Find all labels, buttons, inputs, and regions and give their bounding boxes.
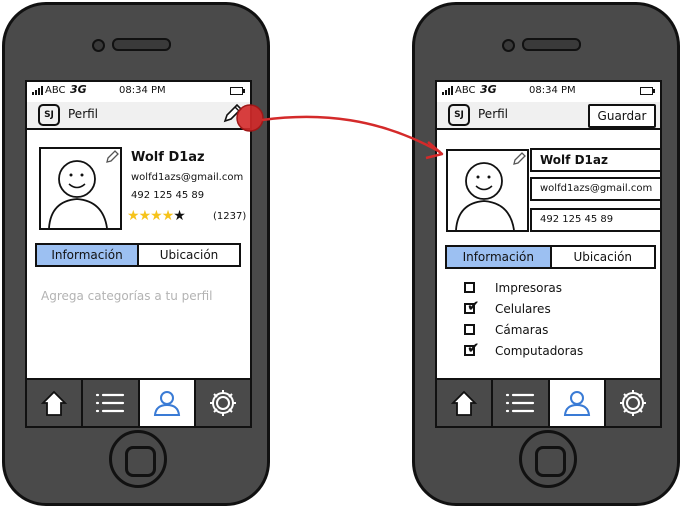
bottom-tab-bar [437,378,660,426]
home-icon [40,390,68,416]
screen: ABC 3G 08:34 PM SJ Perfil Guardar Wolf D… [435,80,662,428]
network: 3G [70,83,87,96]
star-icon: ★ [150,208,163,224]
category-label: Celulares [495,302,551,316]
camera [502,39,515,52]
list-icon [96,393,125,413]
app-logo: SJ [38,104,60,126]
email-field[interactable]: wolfd1azs@gmail.com [530,177,660,201]
clock: 08:34 PM [119,85,166,96]
home-icon [450,390,478,416]
star-icon: ★ [127,208,140,224]
right-phone: ABC 3G 08:34 PM SJ Perfil Guardar Wolf D… [410,0,685,510]
star-icon: ★ [138,208,152,224]
tab-ubicacion[interactable]: Ubicación [552,247,655,267]
home-button[interactable] [519,430,577,488]
user-icon [563,391,590,416]
profile-photo [446,149,529,232]
page-title: Perfil [68,107,99,121]
nav-bar: SJ Perfil [27,102,250,130]
tab-informacion[interactable]: Información [37,245,139,265]
tabbar-home[interactable] [437,380,494,426]
tabbar-profile[interactable] [139,380,196,426]
speaker [522,38,581,51]
save-button[interactable]: Guardar [588,104,656,128]
tabbar-settings[interactable] [606,380,660,426]
status-bar: ABC 3G 08:34 PM [27,82,250,102]
bottom-tab-bar [27,378,250,426]
segmented-tabs: Información Ubicación [35,243,241,267]
battery-icon [640,87,655,95]
carrier: ABC [45,85,66,96]
tabbar-profile[interactable] [549,380,606,426]
tab-informacion[interactable]: Información [447,247,552,267]
camera [92,39,105,52]
tabbar-list[interactable] [493,380,550,426]
star-icon: ★ [173,208,186,224]
checkbox[interactable] [464,339,480,357]
gear-icon [209,390,236,416]
gear-icon [619,390,646,416]
app-logo: SJ [448,104,470,126]
tabbar-list[interactable] [83,380,140,426]
screen: ABC 3G 08:34 PM SJ Perfil Wolf D1az wolf… [25,80,252,428]
tab-ubicacion[interactable]: Ubicación [139,245,239,265]
checkbox[interactable] [464,324,475,335]
battery-icon [230,87,245,95]
checkbox[interactable] [464,297,480,315]
category-label: Cámaras [495,323,549,337]
list-icon [506,393,535,413]
profile-phone: 492 125 45 89 [131,190,205,201]
signal-icon [32,86,43,95]
speaker [112,38,171,51]
pencil-icon[interactable] [221,103,243,125]
segmented-tabs: Información Ubicación [445,245,656,269]
star-icon: ★ [161,208,175,224]
left-phone: ABC 3G 08:34 PM SJ Perfil Wolf D1az wolf… [0,0,275,510]
profile-name: Wolf D1az [131,150,205,165]
categories-placeholder: Agrega categorías a tu perfil [41,289,213,303]
tabbar-settings[interactable] [196,380,250,426]
tabbar-home[interactable] [27,380,84,426]
clock: 08:34 PM [529,85,576,96]
signal-icon [442,86,453,95]
page-title: Perfil [478,107,509,121]
phone-field[interactable]: 492 125 45 89 [530,208,660,232]
nav-bar: SJ Perfil Guardar [437,102,660,130]
name-field[interactable]: Wolf D1az [530,148,660,172]
checkbox[interactable] [464,282,475,293]
rating-count: (1237) [213,211,247,222]
category-label: Impresoras [495,281,563,295]
user-icon [153,391,180,416]
category-label: Computadoras [495,344,584,358]
rating-stars: ★★★★★ [127,208,186,224]
status-bar: ABC 3G 08:34 PM [437,82,660,102]
edit-photo-icon[interactable] [512,152,526,166]
carrier: ABC [455,85,476,96]
edit-photo-icon[interactable] [105,150,119,164]
home-button[interactable] [109,430,167,488]
profile-photo [39,147,122,230]
network: 3G [480,83,497,96]
profile-email: wolfd1azs@gmail.com [131,172,244,183]
